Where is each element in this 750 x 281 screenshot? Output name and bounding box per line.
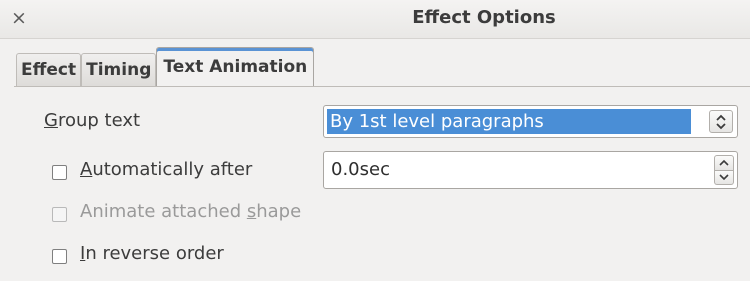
delay-spin-buttons — [714, 155, 734, 185]
group-text-label-rest: roup text — [57, 110, 141, 131]
animate-attached-shape-checkbox[interactable] — [52, 207, 67, 222]
title-bar: × Effect Options — [0, 0, 750, 39]
reverse-order-label: In reverse order — [80, 243, 224, 264]
tab-timing[interactable]: Timing — [81, 53, 157, 87]
group-text-mnemonic: G — [44, 110, 58, 131]
tab-panel-border — [14, 86, 750, 87]
reverse-order-label-rest: n reverse order — [85, 243, 224, 264]
tab-text-animation[interactable]: Text Animation — [156, 47, 315, 87]
group-text-dropdown[interactable]: By 1st level paragraphs — [323, 105, 738, 138]
spin-up-icon[interactable] — [714, 155, 734, 171]
automatically-after-mnemonic: A — [80, 159, 93, 180]
reverse-order-checkbox[interactable] — [52, 249, 67, 264]
tab-bar: Effect Timing Text Animation — [16, 47, 315, 87]
automatically-after-checkbox[interactable] — [52, 165, 67, 180]
automatically-after-label: Automatically after — [80, 159, 252, 180]
animate-shape-label-before: Animate attached — [80, 201, 247, 222]
group-text-selected-value: By 1st level paragraphs — [327, 109, 691, 134]
tab-effect[interactable]: Effect — [16, 53, 82, 87]
dialog-title: Effect Options — [412, 7, 556, 28]
group-text-label: Group text — [44, 110, 140, 131]
combo-updown-icon[interactable] — [709, 110, 733, 133]
automatically-after-label-rest: utomatically after — [92, 159, 253, 180]
animate-shape-label-after: hape — [256, 201, 302, 222]
spin-down-icon[interactable] — [714, 170, 734, 185]
animate-attached-shape-label: Animate attached shape — [80, 201, 301, 222]
delay-spinbox[interactable]: 0.0sec — [323, 151, 738, 189]
delay-value[interactable]: 0.0sec — [331, 159, 390, 180]
animate-shape-mnemonic: s — [246, 201, 257, 222]
